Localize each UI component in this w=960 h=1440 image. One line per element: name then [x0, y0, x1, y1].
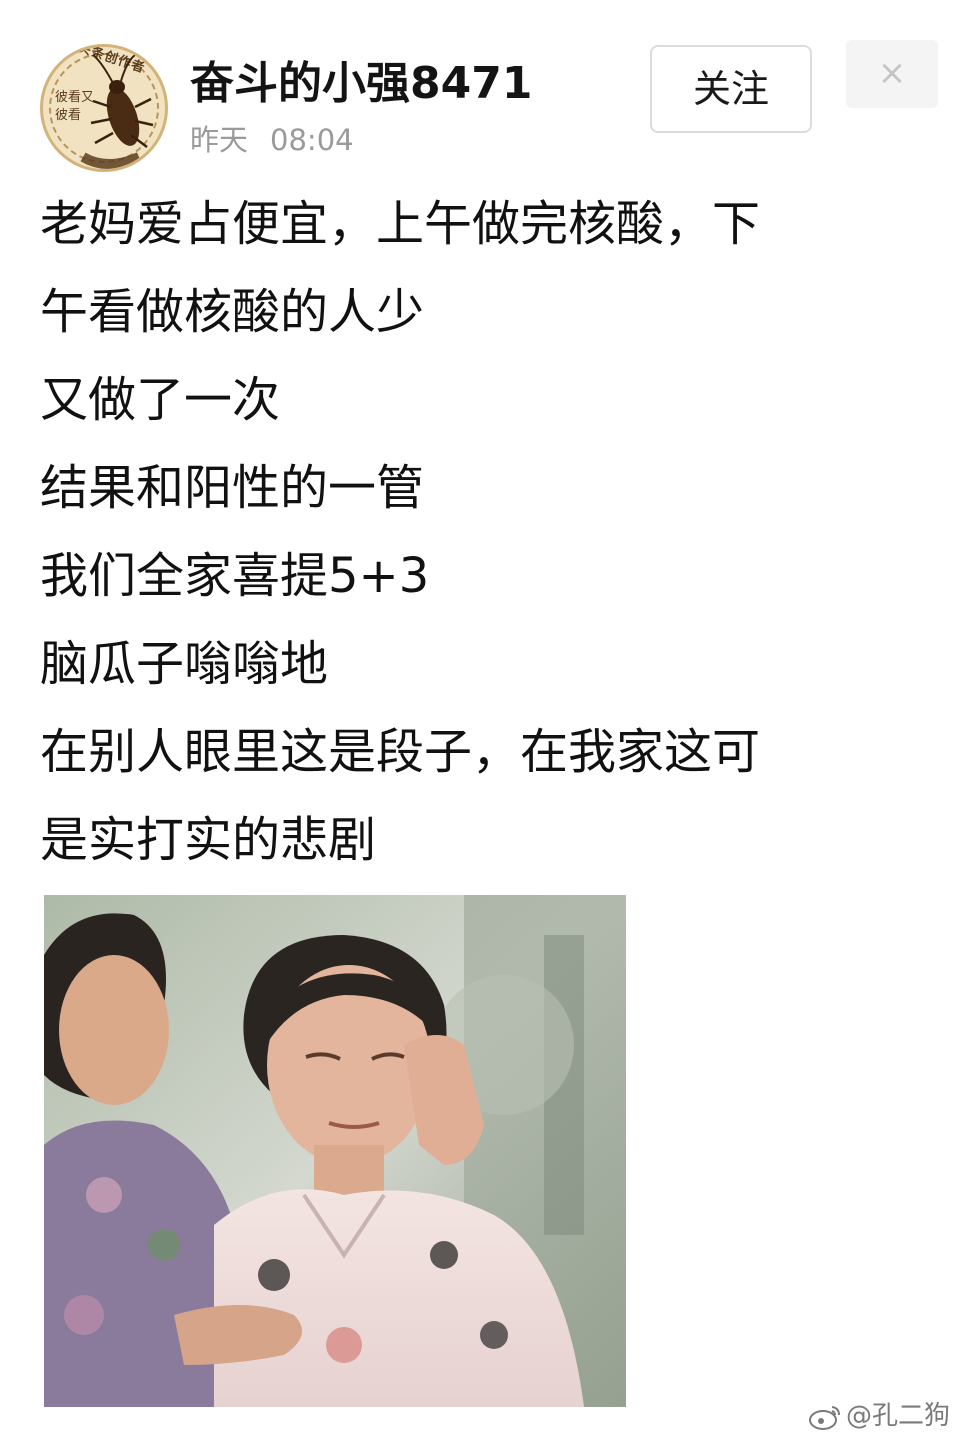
post-photo[interactable] — [44, 895, 626, 1407]
watermark: @孔二狗 — [808, 1398, 950, 1434]
post-line: 脑瓜子嗡嗡地 — [40, 636, 329, 692]
cockroach-icon — [80, 54, 154, 169]
photo-illustration — [44, 895, 626, 1407]
post-line: 老妈爱占便宜，上午做完核酸，下 — [40, 196, 761, 252]
weibo-icon — [809, 1405, 840, 1430]
post-line: 午看做核酸的人少 — [40, 284, 425, 340]
post-line: 结果和阳性的一管 — [40, 460, 425, 516]
post-line: 又做了一次 — [40, 372, 281, 428]
avatar[interactable]: 头条创作者 彼看又彼看 — [40, 44, 168, 172]
post-timestamp: 昨天 08:04 — [190, 120, 376, 160]
follow-button[interactable]: 关注 — [650, 45, 812, 133]
watermark-text: @孔二狗 — [846, 1401, 951, 1431]
post-line: 我们全家喜提5+3 — [40, 548, 430, 604]
username[interactable]: 奋斗的小强8471 — [190, 56, 532, 112]
close-icon: × — [877, 53, 907, 93]
post-text: 老妈爱占便宜，上午做完核酸，下 午看做核酸的人少 又做了一次 结果和阳性的一管 … — [40, 180, 930, 884]
post-time-value: 08:04 — [270, 123, 354, 157]
post-line: 是实打实的悲剧 — [40, 812, 377, 868]
close-button[interactable]: × — [846, 40, 938, 108]
post-date-label: 昨天 — [190, 123, 249, 157]
post-line: 在别人眼里这是段子，在我家这可 — [40, 724, 761, 780]
